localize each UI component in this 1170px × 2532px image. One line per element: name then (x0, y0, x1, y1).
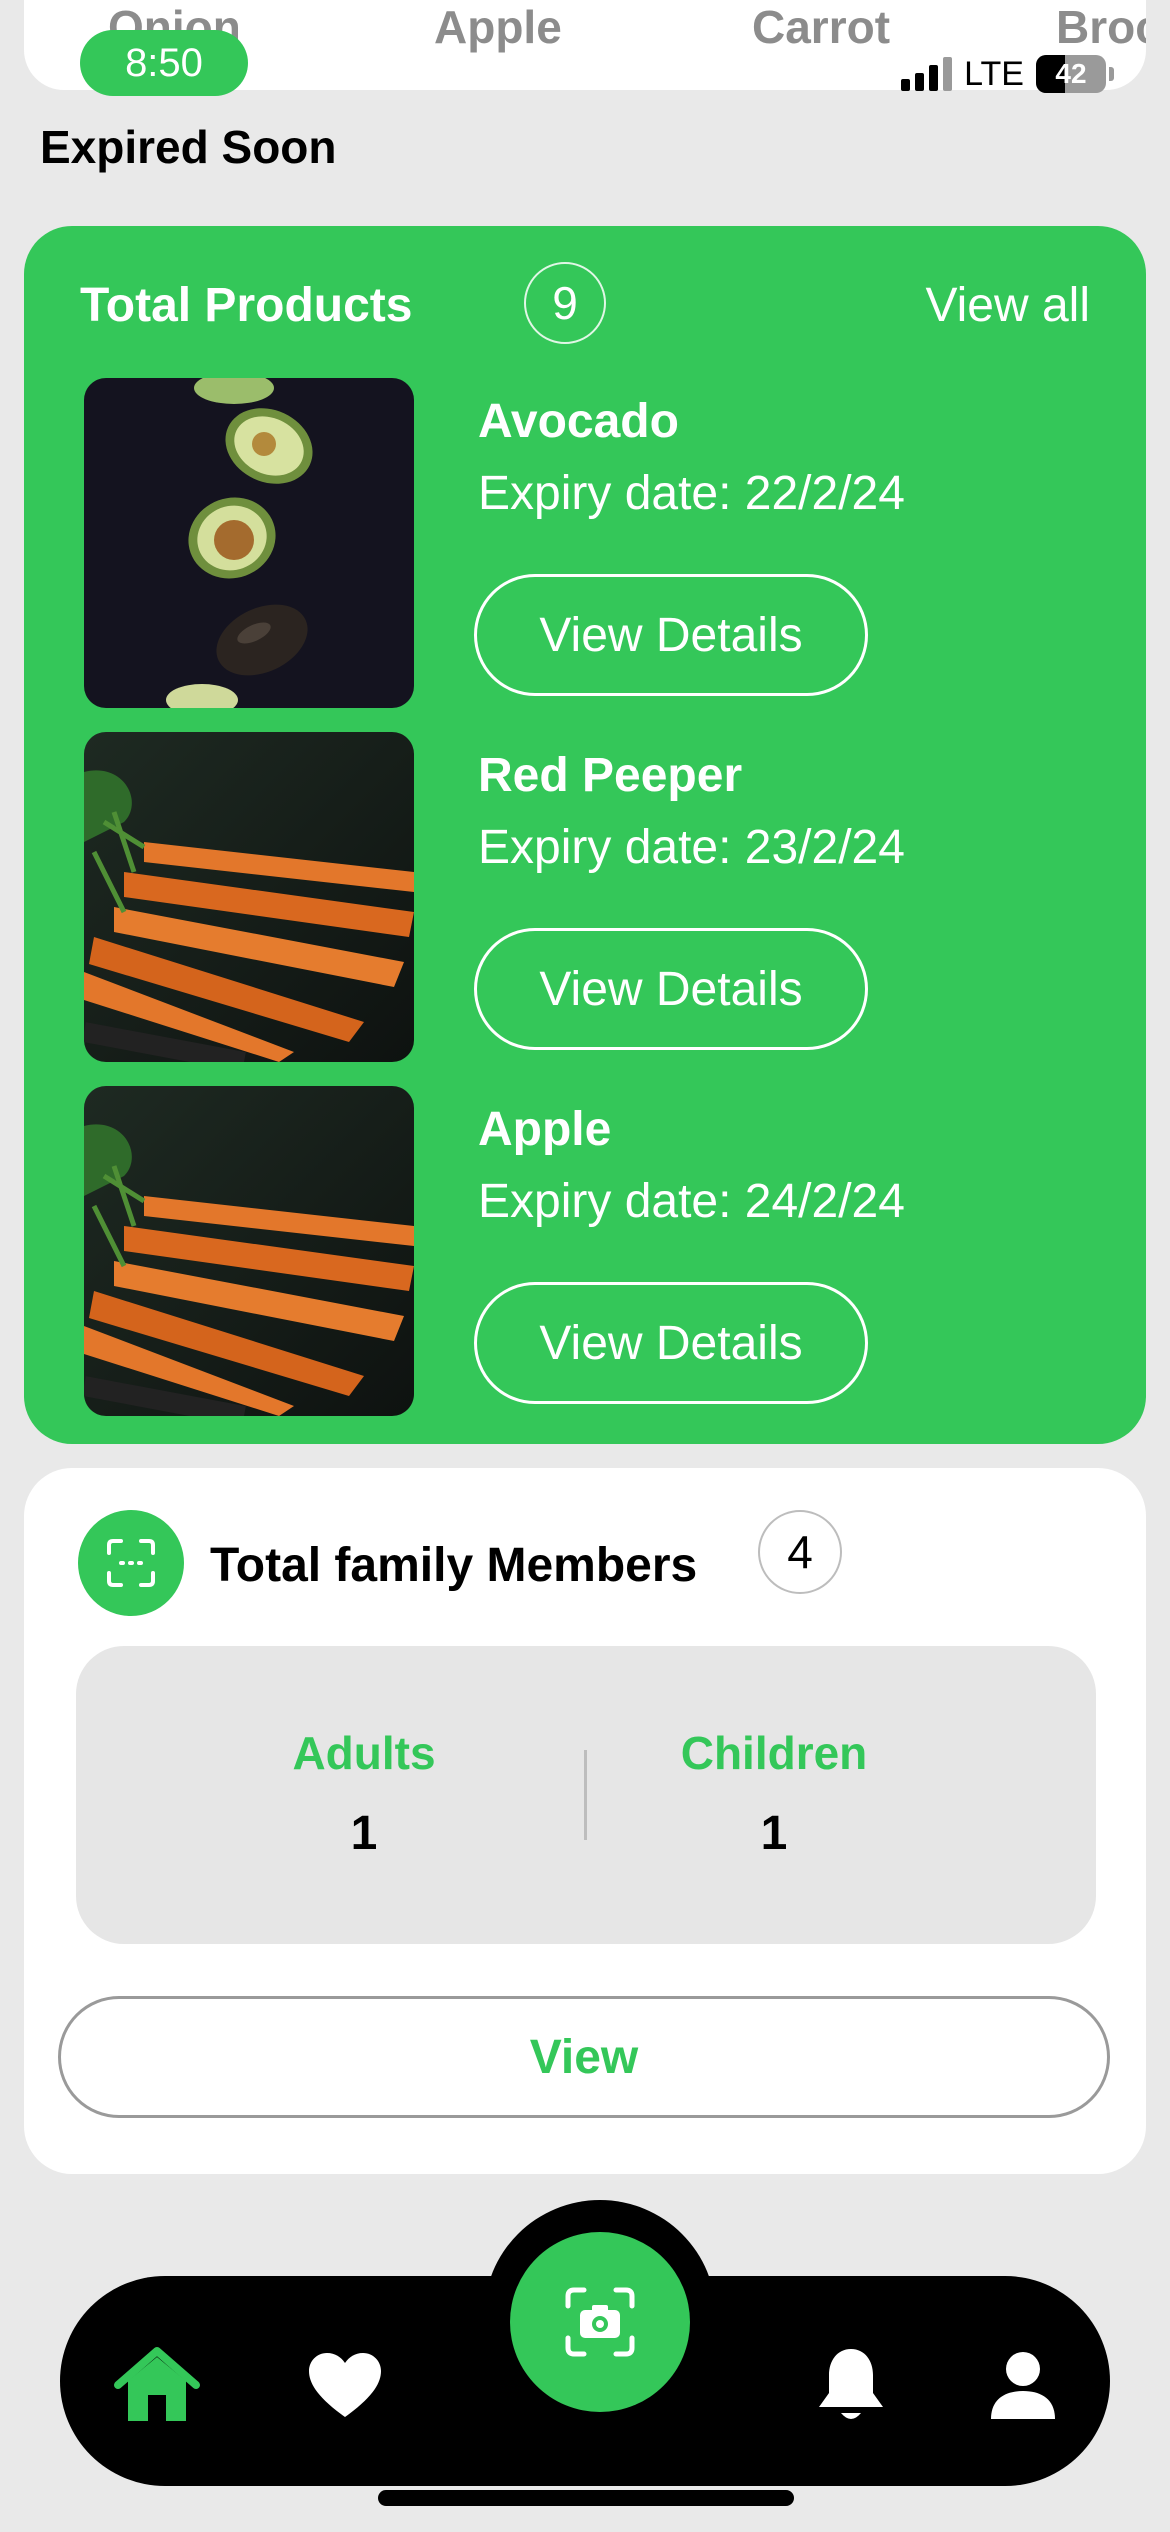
family-card: Total family Members 4 Adults 1 Children… (24, 1468, 1146, 2174)
products-title: Total Products (80, 279, 413, 332)
product-name: Red Peeper (478, 749, 743, 802)
heart-icon[interactable] (300, 2340, 390, 2430)
product-item: Apple Expiry date: 24/2/24 View Details (84, 1086, 1084, 1416)
view-all-link[interactable]: View all (925, 278, 1090, 333)
products-card: Total Products 9 View all Avocado Expiry… (24, 226, 1146, 1444)
category-broccoli[interactable]: Broc (1056, 0, 1146, 54)
status-indicators: LTE 42 (901, 52, 1114, 96)
category-apple[interactable]: Apple (434, 0, 562, 54)
view-details-button[interactable]: View Details (474, 574, 868, 696)
screen: Onion Apple Carrot Broc 8:50 LTE 42 Expi… (0, 0, 1170, 2532)
status-time: 8:50 (80, 30, 248, 96)
battery-icon: 42 (1036, 55, 1106, 93)
view-details-button[interactable]: View Details (474, 928, 868, 1050)
product-item: Avocado Expiry date: 22/2/24 View Detail… (84, 378, 1084, 708)
children-value: 1 (760, 1807, 788, 1860)
product-expiry: Expiry date: 24/2/24 (478, 1175, 905, 1228)
scan-icon (78, 1510, 184, 1616)
view-details-button[interactable]: View Details (474, 1282, 868, 1404)
products-count-badge: 9 (524, 262, 606, 344)
carrots-photo (84, 1086, 414, 1416)
carrots-photo (84, 732, 414, 1062)
children-label: Children (680, 1727, 868, 1779)
avocado-photo (84, 378, 414, 708)
profile-icon[interactable] (978, 2340, 1068, 2430)
category-carrot[interactable]: Carrot (752, 0, 890, 54)
family-count-badge: 4 (758, 1510, 842, 1594)
bell-icon[interactable] (806, 2340, 896, 2430)
section-title: Expired Soon (40, 121, 337, 173)
signal-icon (901, 57, 953, 91)
network-label: LTE (964, 54, 1024, 93)
children-stat: Children 1 (624, 1726, 924, 1861)
camera-scan-icon[interactable] (510, 2232, 690, 2412)
product-name: Apple (478, 1103, 612, 1156)
family-title: Total family Members (210, 1539, 698, 1592)
adults-stat: Adults 1 (214, 1726, 514, 1861)
stat-divider (584, 1750, 587, 1840)
products-header: Total Products 9 View all (80, 260, 1090, 344)
adults-value: 1 (350, 1807, 378, 1860)
adults-label: Adults (292, 1727, 436, 1779)
product-name: Avocado (478, 395, 679, 448)
home-indicator (378, 2490, 794, 2506)
product-item: Red Peeper Expiry date: 23/2/24 View Det… (84, 732, 1084, 1062)
home-icon[interactable] (112, 2340, 202, 2430)
family-stats: Adults 1 Children 1 (76, 1646, 1096, 1944)
product-expiry: Expiry date: 23/2/24 (478, 821, 905, 874)
product-expiry: Expiry date: 22/2/24 (478, 467, 905, 520)
family-view-button[interactable]: View (58, 1996, 1110, 2118)
battery-level: 42 (1055, 58, 1087, 89)
